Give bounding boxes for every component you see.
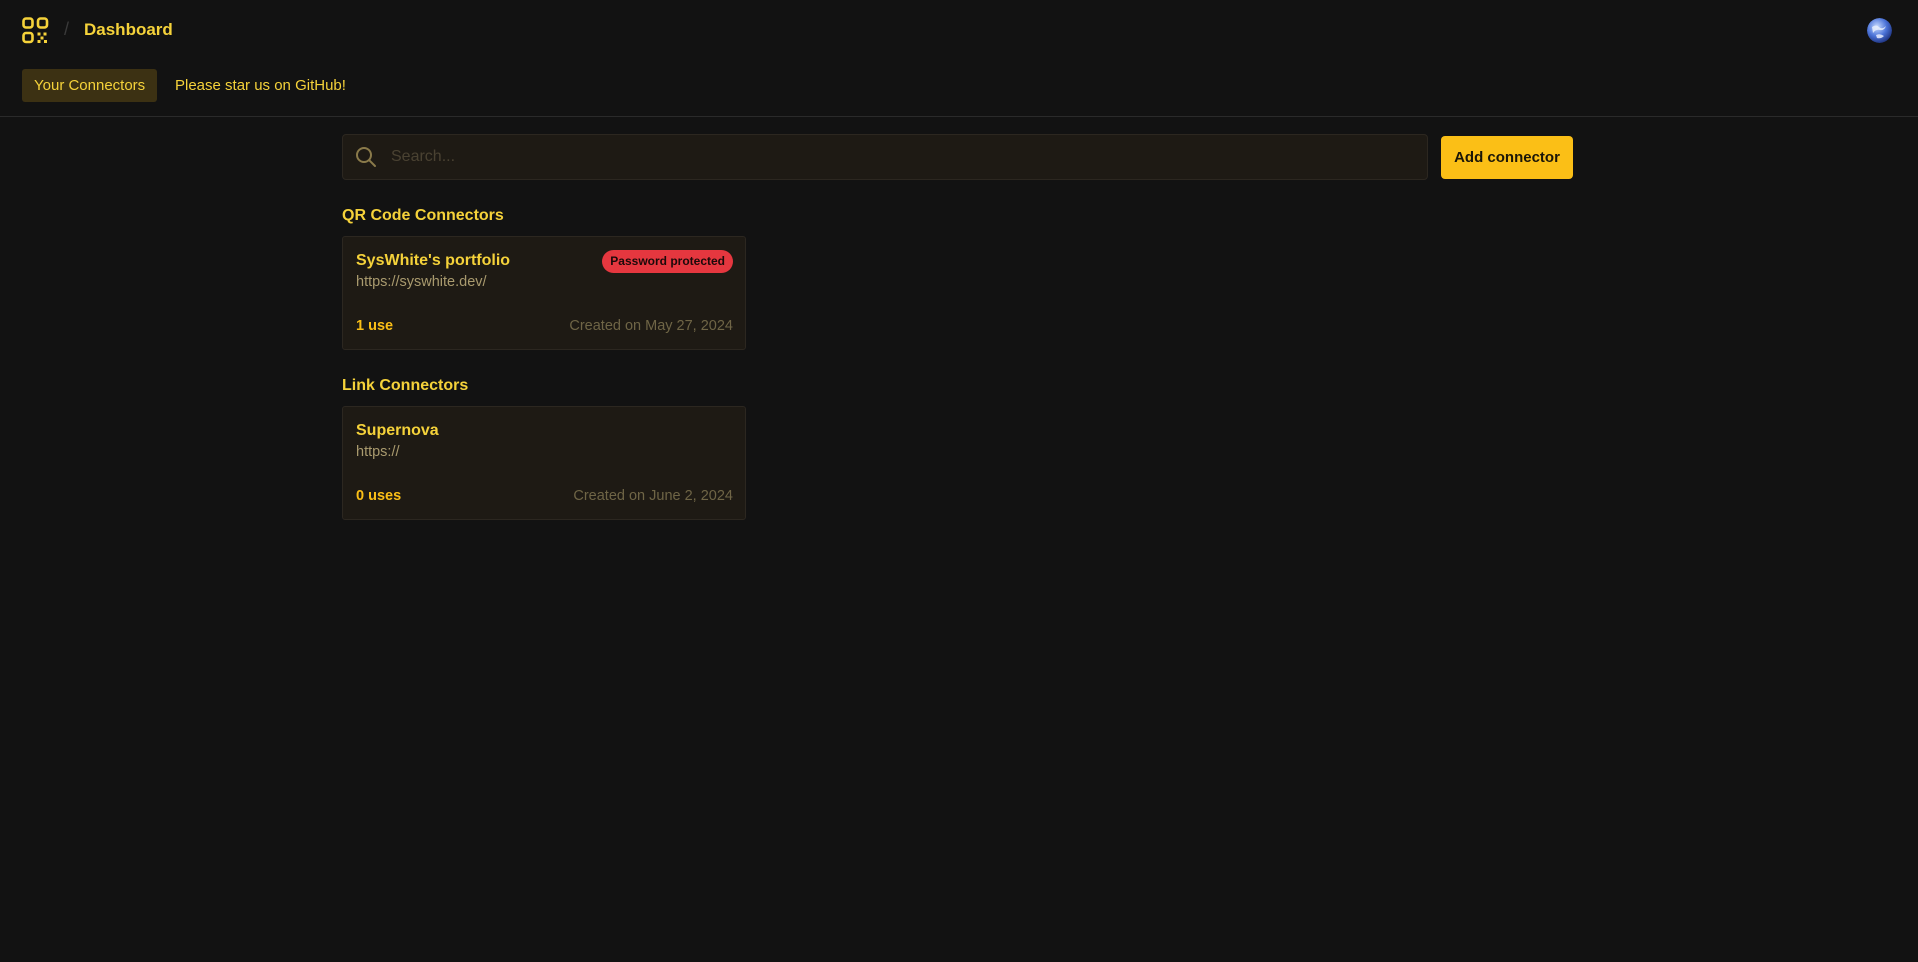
connector-title: Supernova <box>356 422 439 439</box>
connector-uses: 0 uses <box>356 488 402 504</box>
search-icon <box>355 146 377 168</box>
section-title-qr-code-connectors: QR Code Connectors <box>342 207 504 224</box>
connector-title: SysWhite's portfolio <box>356 252 511 269</box>
section-title-link-connectors: Link Connectors <box>342 377 469 394</box>
nav-tabs: Your Connectors Please star us on GitHub… <box>0 62 1918 117</box>
qr-code-icon[interactable] <box>22 17 49 44</box>
connector-url: https:// <box>356 444 400 460</box>
search-box[interactable] <box>342 134 1428 180</box>
github-star-link[interactable]: Please star us on GitHub! <box>163 69 358 102</box>
add-connector-button[interactable]: Add connector <box>1441 136 1573 179</box>
connector-created-date: Created on May 27, 2024 <box>569 318 733 334</box>
tab-your-connectors[interactable]: Your Connectors <box>22 69 158 102</box>
page-title: Dashboard <box>84 20 173 39</box>
status-badge: Password protected <box>602 250 733 273</box>
search-input[interactable] <box>389 135 1409 179</box>
connector-card[interactable]: SysWhite's portfolio Password protected … <box>342 236 746 350</box>
connector-uses: 1 use <box>356 318 394 334</box>
top-bar: / Dashboard <box>0 0 1918 62</box>
avatar[interactable] <box>1867 18 1892 43</box>
connector-url: https://syswhite.dev/ <box>356 274 487 290</box>
connector-created-date: Created on June 2, 2024 <box>573 488 733 504</box>
connector-card[interactable]: Supernova https:// 0 uses Created on Jun… <box>342 406 746 520</box>
breadcrumb-separator: / <box>64 19 70 39</box>
